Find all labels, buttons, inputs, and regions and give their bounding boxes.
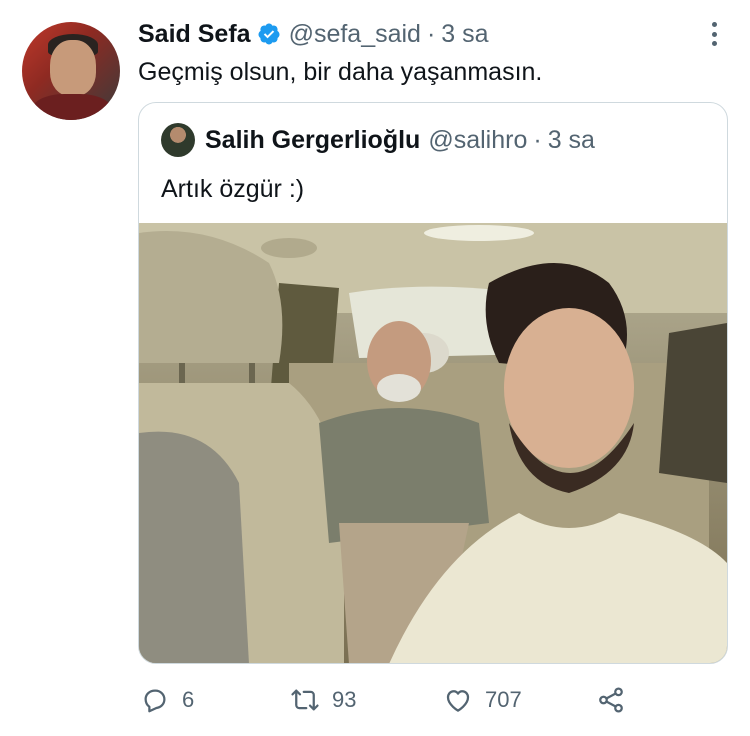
quoted-tweet-header: Salih Gergerlioğlu @salihro · 3 sa (161, 123, 595, 157)
retweet-icon (291, 689, 319, 711)
retweet-count: 93 (332, 687, 357, 712)
author-name[interactable]: Said Sefa (138, 20, 251, 49)
quoted-author-name: Salih Gergerlioğlu (205, 125, 421, 154)
quoted-tweet-time: 3 sa (547, 125, 595, 154)
share-button[interactable] (596, 678, 626, 722)
like-button[interactable]: 707 (443, 678, 522, 722)
author-avatar[interactable] (22, 22, 120, 120)
quoted-author-handle: @salihro (428, 125, 528, 154)
verified-badge-icon (258, 23, 280, 45)
tweet-time[interactable]: 3 sa (441, 20, 488, 49)
quoted-tweet-photo[interactable] (139, 223, 727, 663)
tweet-text: Geçmiş olsun, bir daha yaşanmasın. (138, 58, 543, 86)
like-count: 707 (485, 687, 522, 712)
quoted-tweet-card[interactable]: Salih Gergerlioğlu @salihro · 3 sa Artık… (138, 102, 728, 664)
quoted-author-avatar (161, 123, 195, 157)
quoted-separator-dot: · (533, 125, 542, 154)
author-handle[interactable]: @sefa_said (289, 20, 421, 49)
avatar-face (50, 40, 96, 96)
heart-icon (446, 690, 470, 712)
reply-count: 6 (182, 687, 195, 712)
retweet-button[interactable]: 93 (290, 678, 356, 722)
more-options-icon[interactable] (700, 20, 728, 48)
quoted-tweet-text: Artık özgür :) (161, 175, 305, 203)
car-selfie-image (139, 223, 727, 663)
share-icon (599, 687, 623, 713)
separator-dot: · (426, 19, 436, 48)
avatar-shirt (32, 94, 112, 120)
reply-button[interactable]: 6 (140, 678, 194, 722)
tweet-action-bar: 6 93 707 (138, 678, 638, 722)
reply-icon (144, 689, 166, 713)
tweet-header: Said Sefa @sefa_said · 3 sa (138, 16, 489, 52)
